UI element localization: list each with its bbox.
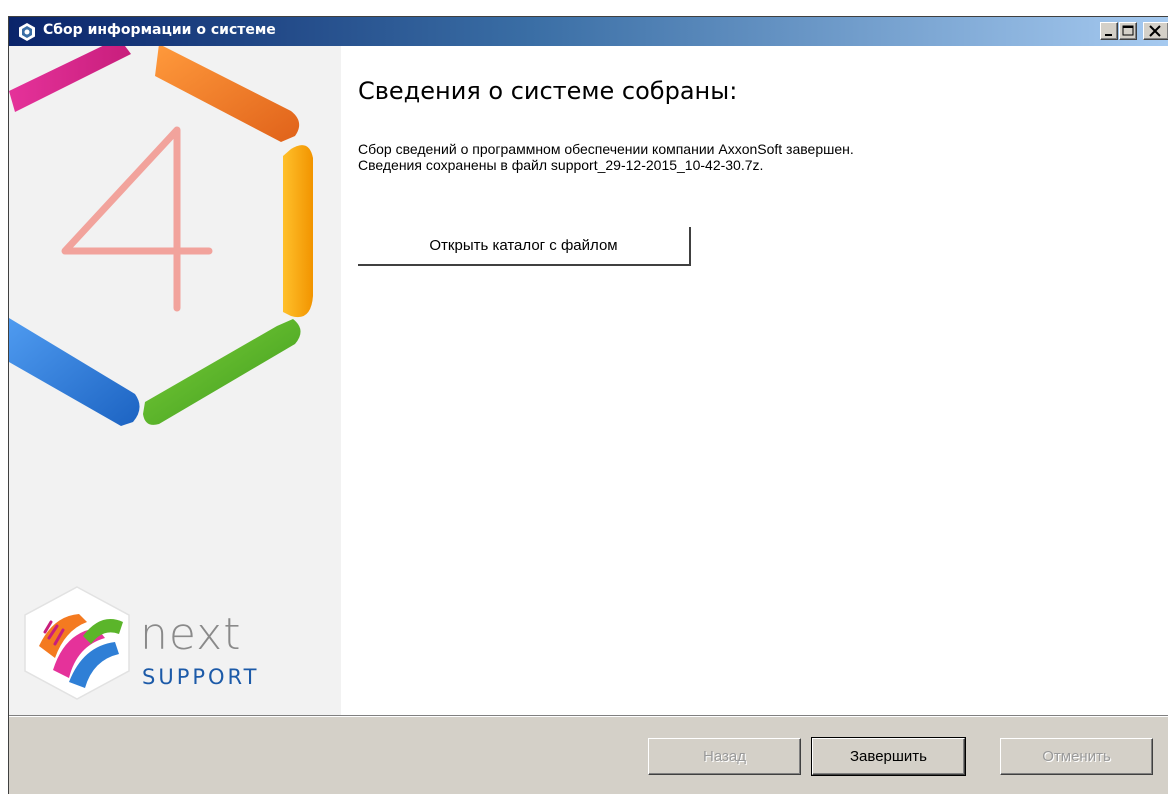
next-support-logo <box>24 586 130 700</box>
description-text: Сбор сведений о программном обеспечении … <box>358 141 854 173</box>
minimize-icon <box>1105 34 1112 36</box>
title-bar[interactable]: Сбор информации о системе <box>9 17 1168 46</box>
wizard-window: Сбор информации о системе next SUPPORT С… <box>8 16 1168 794</box>
green-segment <box>143 319 301 425</box>
close-icon <box>1149 25 1161 37</box>
page-heading: Сведения о системе собраны: <box>358 77 738 105</box>
blue-segment <box>9 318 140 426</box>
description-line-1: Сбор сведений о программном обеспечении … <box>358 141 854 157</box>
branding-panel: next SUPPORT <box>9 46 341 715</box>
yellow-segment <box>283 145 313 318</box>
minimize-button[interactable] <box>1100 22 1118 40</box>
main-content: Сведения о системе собраны: Сбор сведени… <box>341 46 1168 715</box>
big-numeral-4 <box>61 126 213 312</box>
description-line-2: Сведения сохранены в файл support_29-12-… <box>358 157 764 173</box>
finish-button[interactable]: Завершить <box>812 738 965 775</box>
logo-word-support: SUPPORT <box>142 665 260 689</box>
cancel-button[interactable]: Отменить <box>1000 738 1153 775</box>
maximize-button[interactable] <box>1119 22 1137 40</box>
window-title: Сбор информации о системе <box>43 22 276 38</box>
wizard-footer: Назад Завершить Отменить <box>9 715 1168 794</box>
logo-word-next: next <box>140 609 242 660</box>
maximize-icon <box>1122 25 1134 36</box>
back-button[interactable]: Назад <box>648 738 801 775</box>
app-icon <box>19 23 35 41</box>
open-folder-button[interactable]: Открыть каталог с файлом <box>358 227 691 266</box>
close-button[interactable] <box>1143 22 1168 40</box>
magenta-segment <box>9 46 131 112</box>
